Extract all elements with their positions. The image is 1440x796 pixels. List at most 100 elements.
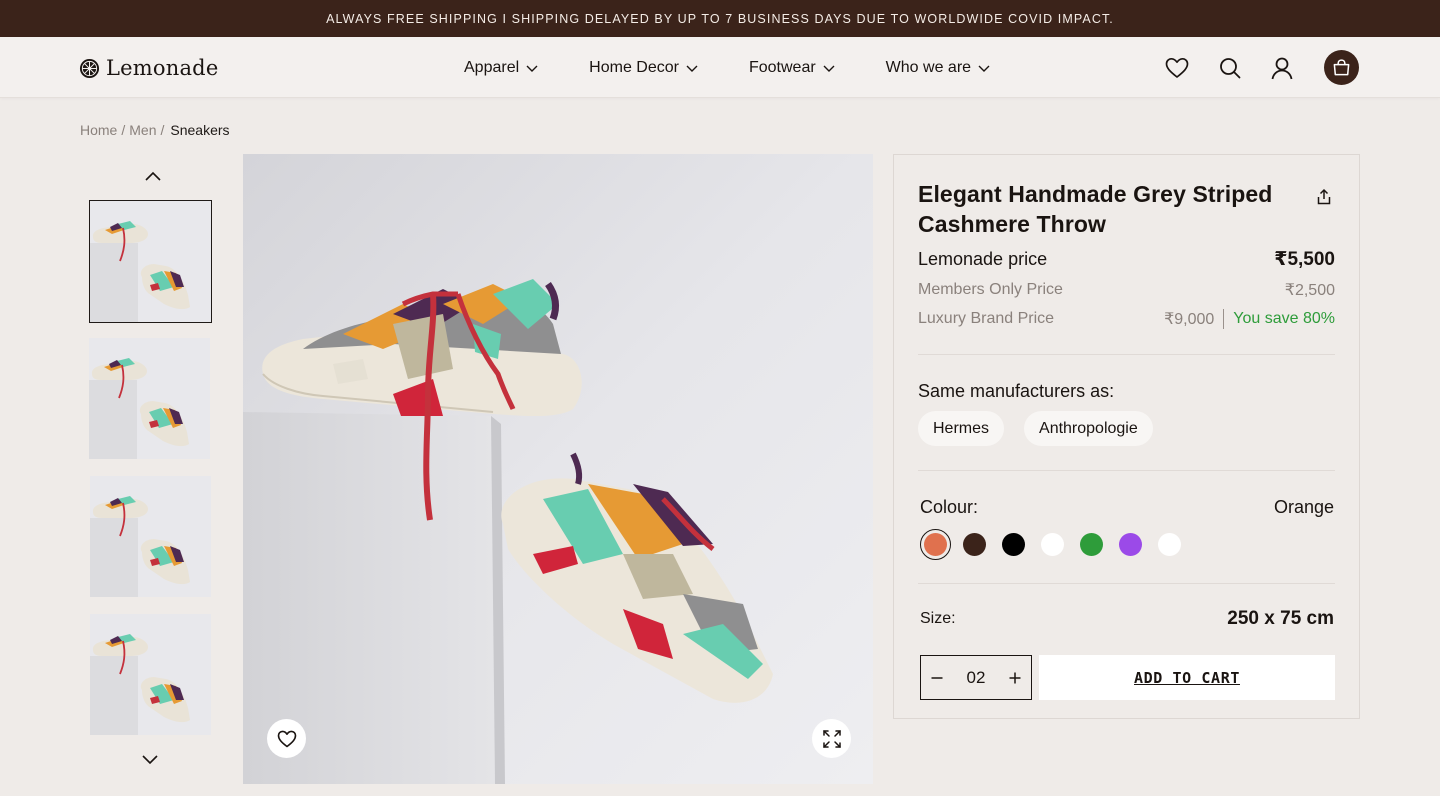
thumbnail-2[interactable] — [89, 338, 210, 459]
colour-value: Orange — [1273, 497, 1334, 517]
heart-icon — [1165, 57, 1189, 78]
breadcrumb-separator: / — [160, 122, 165, 138]
fullscreen-button[interactable] — [812, 719, 851, 758]
sneaker-photo — [243, 154, 873, 784]
luxury-price-row: Luxury Brand Price ₹9,000 You save 80% — [918, 309, 1335, 329]
lemonade-price-value: ₹5,500 — [1274, 249, 1335, 270]
manufacturer-chip-anthropologie[interactable]: Anthropologie — [1024, 411, 1153, 446]
colour-swatch-1[interactable] — [920, 529, 951, 560]
add-to-wishlist-button[interactable] — [267, 719, 306, 758]
chevron-down-icon — [142, 755, 158, 765]
size-label: Size: — [920, 610, 956, 627]
thumbnail-3[interactable] — [90, 476, 211, 597]
product-details-panel: Elegant Handmade Grey Striped Cashmere T… — [893, 154, 1360, 719]
nav-item-label: Home Decor — [589, 59, 679, 76]
search-button[interactable] — [1217, 55, 1243, 81]
colour-swatch-dot — [1080, 533, 1103, 556]
colour-swatch-2[interactable] — [959, 529, 990, 560]
manufacturers-label: Same manufacturers as: — [918, 381, 1115, 401]
colour-label: Colour: — [920, 497, 979, 517]
quantity-stepper: 02 — [920, 655, 1032, 700]
breadcrumb-separator: / — [121, 122, 126, 138]
manufacturer-chip-hermes[interactable]: Hermes — [918, 411, 1005, 446]
lemonade-price-row: Lemonade price ₹5,500 — [918, 248, 1335, 271]
luxury-price-value: ₹9,000 — [1164, 311, 1215, 328]
divider — [918, 470, 1335, 471]
colour-swatch-5[interactable] — [1076, 529, 1107, 560]
increase-quantity-button[interactable] — [1007, 670, 1023, 686]
account-button[interactable] — [1269, 55, 1295, 81]
colour-swatch-dot — [1041, 533, 1064, 556]
lemonade-price-label: Lemonade price — [918, 249, 1048, 269]
colour-swatch-dot — [1158, 533, 1181, 556]
site-header: Lemonade Apparel Home Decor Footwear Who… — [0, 37, 1440, 98]
search-icon — [1220, 58, 1241, 79]
savings-text: You save 80% — [1233, 310, 1335, 327]
breadcrumb-home[interactable]: Home — [80, 122, 117, 138]
main-nav: Apparel Home Decor Footwear Who we are — [464, 56, 991, 80]
quantity-value[interactable]: 02 — [967, 668, 986, 688]
members-price-label: Members Only Price — [918, 281, 1063, 298]
nav-item-apparel[interactable]: Apparel — [464, 59, 539, 77]
colour-swatch-7[interactable] — [1154, 529, 1185, 560]
plus-icon — [1009, 672, 1021, 683]
share-button[interactable] — [1315, 188, 1333, 206]
thumbnail-image — [89, 338, 210, 459]
colour-swatch-dot — [963, 533, 986, 556]
wishlist-button[interactable] — [1164, 55, 1190, 81]
divider — [1223, 309, 1225, 329]
cart-button[interactable] — [1324, 50, 1359, 85]
announcement-bar: ALWAYS FREE SHIPPING I SHIPPING DELAYED … — [0, 0, 1440, 37]
cart-icon — [1333, 59, 1350, 76]
logo[interactable]: Lemonade — [79, 55, 218, 81]
chevron-down-icon — [526, 65, 538, 72]
product-title: Elegant Handmade Grey Striped Cashmere T… — [918, 181, 1273, 237]
nav-item-footwear[interactable]: Footwear — [749, 59, 836, 77]
members-price-value: ₹2,500 — [1284, 282, 1335, 299]
announcement-text: ALWAYS FREE SHIPPING I SHIPPING DELAYED … — [326, 11, 1114, 26]
luxury-price-label: Luxury Brand Price — [918, 310, 1055, 327]
colour-swatch-dot — [1002, 533, 1025, 556]
nav-item-label: Who we are — [885, 59, 972, 76]
add-to-cart-button[interactable]: ADD TO CART — [1039, 655, 1335, 700]
logo-icon — [79, 58, 100, 78]
thumbnail-image — [90, 476, 211, 597]
user-icon — [1271, 57, 1293, 80]
thumbnails-up-button[interactable] — [143, 168, 163, 184]
breadcrumb-men[interactable]: Men — [129, 122, 156, 138]
size-value: 250 x 75 cm — [1227, 608, 1334, 629]
luxury-price-group: ₹9,000 You save 80% — [1164, 309, 1335, 329]
colour-swatches — [920, 529, 1193, 560]
colour-swatch-6[interactable] — [1115, 529, 1146, 560]
chevron-down-icon — [686, 65, 698, 72]
nav-item-label: Apparel — [464, 59, 520, 76]
nav-item-home-decor[interactable]: Home Decor — [589, 59, 699, 77]
nav-item-who-we-are[interactable]: Who we are — [886, 59, 991, 77]
divider — [918, 583, 1335, 584]
colour-swatch-dot — [1119, 533, 1142, 556]
share-icon — [1317, 188, 1331, 205]
breadcrumb: Home / Men / Sneakers — [80, 122, 230, 138]
thumbnail-4[interactable] — [90, 614, 211, 735]
thumbnails-down-button[interactable] — [140, 752, 160, 768]
members-price-row: Members Only Price ₹2,500 — [918, 280, 1335, 300]
divider — [918, 354, 1335, 355]
thumbnail-1[interactable] — [89, 200, 212, 323]
colour-swatch-3[interactable] — [998, 529, 1029, 560]
main-product-image — [243, 154, 873, 784]
manufacturer-chips: Hermes Anthropologie — [918, 411, 1153, 446]
expand-icon — [822, 729, 841, 748]
minus-icon — [931, 676, 943, 679]
chevron-down-icon — [978, 65, 990, 72]
thumbnail-image — [90, 201, 211, 322]
breadcrumb-current: Sneakers — [170, 122, 230, 138]
logo-text: Lemonade — [106, 56, 219, 80]
colour-swatch-4[interactable] — [1037, 529, 1068, 560]
nav-item-label: Footwear — [748, 59, 816, 76]
decrease-quantity-button[interactable] — [929, 670, 945, 686]
thumbnail-image — [90, 614, 211, 735]
chevron-up-icon — [145, 171, 161, 181]
chevron-down-icon — [823, 65, 835, 72]
colour-swatch-dot — [924, 533, 947, 556]
heart-icon — [277, 730, 296, 747]
